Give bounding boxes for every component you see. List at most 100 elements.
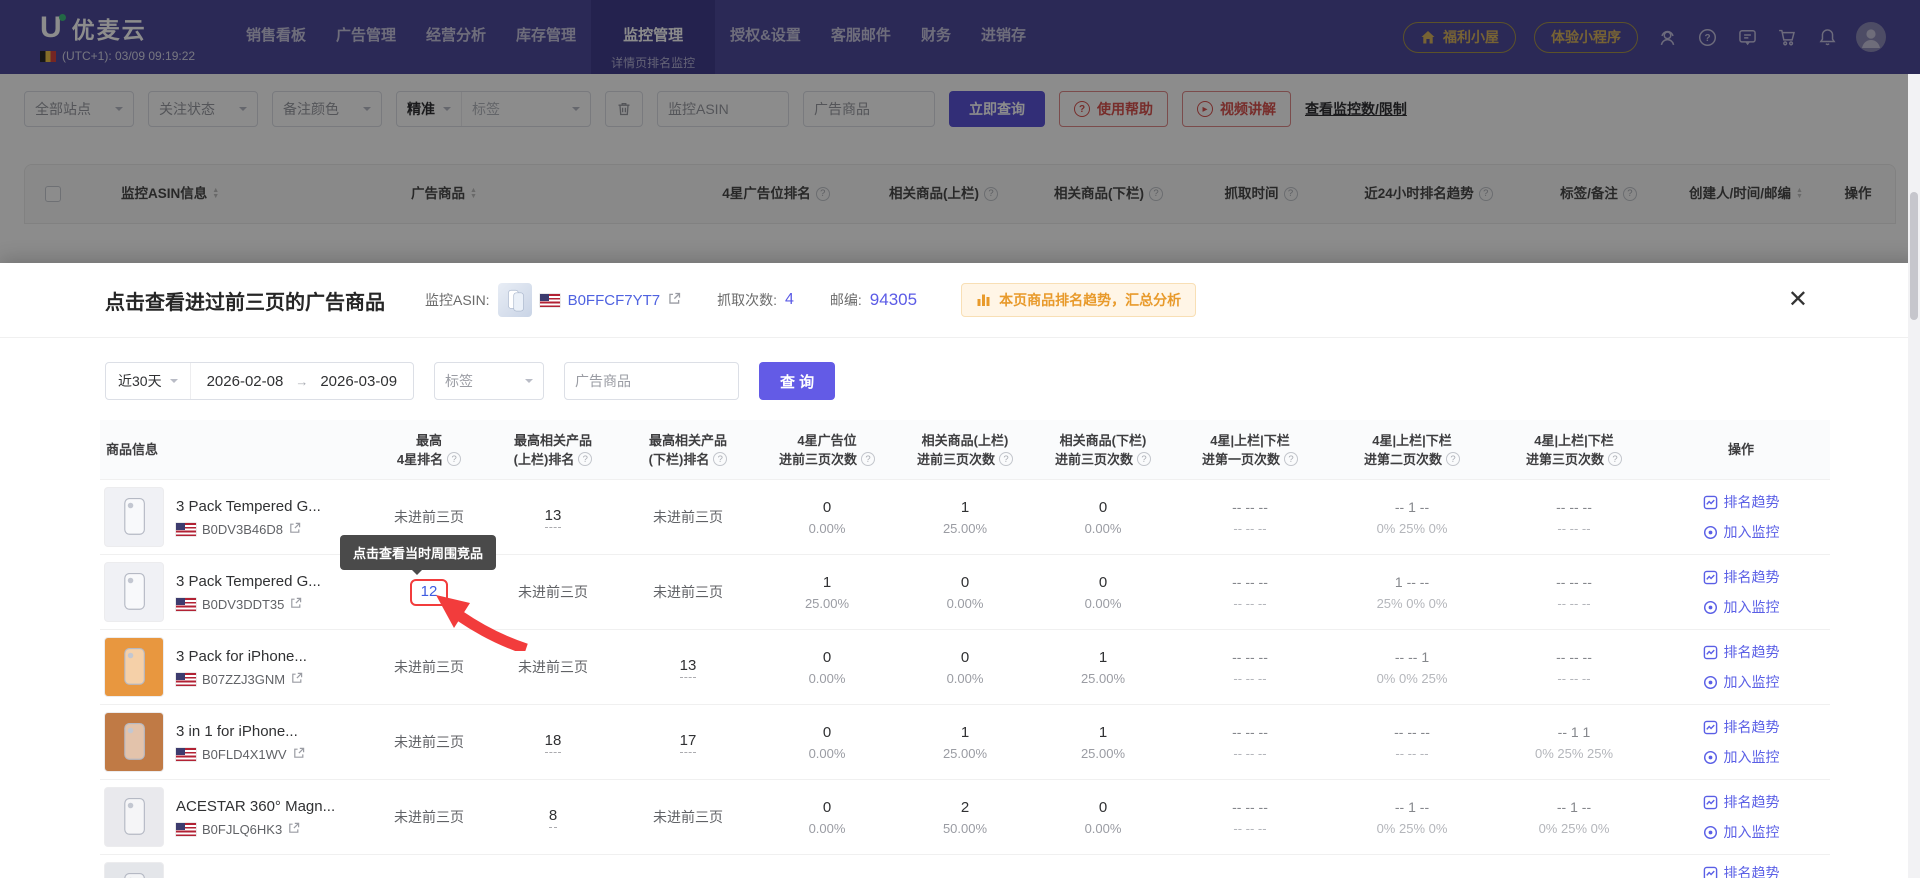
trend-chart-icon xyxy=(1703,645,1717,659)
rank-number-link[interactable]: 13 xyxy=(544,507,562,528)
column-label: 4星|上栏|下栏 xyxy=(1372,432,1452,448)
rank-trend-summary-button[interactable]: 本页商品排名趋势，汇总分析 xyxy=(961,283,1197,317)
dialog-ad-product-input[interactable]: 广告商品 xyxy=(564,362,740,400)
rank-trend-link[interactable]: 排名趋势 xyxy=(1703,642,1780,662)
info-icon[interactable]: ? xyxy=(447,452,462,466)
date-preset-select[interactable]: 近30天 xyxy=(106,363,191,399)
count-value: -- -- -- xyxy=(1232,799,1268,815)
rank-trend-link[interactable]: 排名趋势 xyxy=(1703,792,1780,812)
add-monitor-link[interactable]: 加入监控 xyxy=(1703,747,1780,767)
count-percent: 25.00% xyxy=(1080,746,1126,761)
external-link-icon[interactable] xyxy=(290,597,302,612)
rank-number-link[interactable]: 12 xyxy=(409,578,449,606)
count-cell: 1 25.00% xyxy=(900,496,1030,538)
column-label: 进前三页次数 xyxy=(778,451,857,467)
add-monitor-link[interactable]: 加入监控 xyxy=(1703,597,1780,617)
bar-chart-icon xyxy=(977,294,990,306)
date-range-input[interactable]: 2026-02-08 → 2026-03-09 xyxy=(191,373,413,390)
count-cell: -- -- -- -- -- -- xyxy=(1500,571,1648,613)
count-cell: 0 0.00% xyxy=(762,646,892,688)
rank-number-link[interactable]: 13 xyxy=(679,657,697,678)
external-link-icon[interactable] xyxy=(288,822,300,837)
scrollbar-thumb[interactable] xyxy=(1910,192,1918,320)
product-image[interactable] xyxy=(104,637,164,697)
product-title[interactable]: 3 Pack Tempered G... xyxy=(176,498,321,515)
close-icon[interactable]: ✕ xyxy=(1788,288,1808,312)
column-label: 进前三页次数 xyxy=(1054,451,1133,467)
external-link-icon[interactable] xyxy=(289,522,301,537)
add-monitor-link[interactable]: 加入监控 xyxy=(1703,522,1780,542)
count-percent: -- -- -- xyxy=(1557,521,1591,536)
rank-trend-link[interactable]: 排名趋势 xyxy=(1703,717,1780,737)
product-image[interactable] xyxy=(104,562,164,622)
external-link-icon[interactable] xyxy=(293,747,305,762)
dialog-column-header: 4星广告位 进前三页次数? xyxy=(758,423,896,477)
count-percent: -- -- -- xyxy=(1557,671,1591,686)
info-icon[interactable]: ? xyxy=(713,452,728,466)
external-link-icon[interactable] xyxy=(668,292,681,308)
count-cell: -- -- -- -- -- -- xyxy=(1176,571,1324,613)
info-icon[interactable]: ? xyxy=(1284,452,1298,466)
rank-trend-link[interactable]: 排名趋势 xyxy=(1703,863,1780,878)
zipcode-value: 94305 xyxy=(869,290,918,309)
scrollbar[interactable] xyxy=(1908,74,1920,878)
count-cell: 0 0.00% xyxy=(900,646,1030,688)
count-value: 2 xyxy=(960,799,970,816)
info-icon[interactable]: ? xyxy=(999,452,1013,466)
rank-text: 未进前三页 xyxy=(394,809,464,825)
count-percent: 25.00% xyxy=(804,596,850,611)
product-asin[interactable]: B0FJLQ6HK3 xyxy=(202,822,282,837)
rank-trend-link[interactable]: 排名趋势 xyxy=(1703,492,1780,512)
product-asin[interactable]: B07ZZJ3GNM xyxy=(202,672,285,687)
monitor-asin-info: 监控ASIN: B0FFCF7YT7 xyxy=(425,283,681,317)
count-value: -- -- 1 xyxy=(1394,649,1430,665)
add-monitor-link[interactable]: 加入监控 xyxy=(1703,822,1780,842)
rank-number-link[interactable]: 18 xyxy=(544,732,562,753)
product-title[interactable]: 3 in 1 for iPhone... xyxy=(176,723,305,740)
count-value: -- -- -- xyxy=(1556,649,1592,665)
product-image[interactable] xyxy=(104,787,164,847)
dialog-tag-select[interactable]: 标签 xyxy=(434,362,545,400)
count-percent: 0% 0% 25% xyxy=(1376,671,1448,686)
info-icon[interactable]: ? xyxy=(861,452,875,466)
product-asin[interactable]: B0FLD4X1WV xyxy=(202,747,287,762)
count-percent: 0.00% xyxy=(1084,821,1122,836)
trend-chart-icon xyxy=(1703,495,1717,509)
info-icon[interactable]: ? xyxy=(578,452,593,466)
info-icon[interactable]: ? xyxy=(1608,452,1622,466)
product-title[interactable]: 3 Pack Tempered G... xyxy=(176,573,321,590)
product-image[interactable] xyxy=(104,487,164,547)
count-value: 0 xyxy=(1098,499,1108,516)
monitored-asin-link[interactable]: B0FFCF7YT7 xyxy=(568,292,661,309)
product-image[interactable] xyxy=(104,862,164,878)
asin-label: 监控ASIN: xyxy=(425,292,490,308)
external-link-icon[interactable] xyxy=(291,672,303,687)
add-monitor-link[interactable]: 加入监控 xyxy=(1703,672,1780,692)
dialog-search-button[interactable]: 查 询 xyxy=(759,362,836,400)
product-asin[interactable]: B0DV3B46D8 xyxy=(202,522,283,537)
count-value: -- 1 -- xyxy=(1556,799,1592,815)
rank-number-link[interactable]: 17 xyxy=(679,732,697,753)
info-icon[interactable]: ? xyxy=(1446,452,1460,466)
product-title[interactable]: ACESTAR 360° Magn... xyxy=(176,798,335,815)
rank-trend-link[interactable]: 排名趋势 xyxy=(1703,567,1780,587)
product-image[interactable] xyxy=(104,712,164,772)
count-percent: -- -- -- xyxy=(1233,521,1267,536)
count-cell: 1 25.00% xyxy=(1038,646,1168,688)
product-title[interactable]: 3 Pack for iPhone... xyxy=(176,648,307,665)
count-cell: -- -- -- -- -- -- xyxy=(1176,721,1324,763)
dialog-column-header: 相关商品(下栏) 进前三页次数? xyxy=(1034,423,1172,477)
count-cell: -- -- -- -- -- -- xyxy=(1500,496,1648,538)
info-icon[interactable]: ? xyxy=(1137,452,1151,466)
count-cell: -- -- -- -- -- -- xyxy=(1332,721,1492,763)
count-percent: -- -- -- xyxy=(1557,596,1591,611)
dialog-table-header: 商品信息 最高 4星排名? 最高相关产品 (上栏)排名? 最高相关产品 (下栏)排名? 4星广… xyxy=(100,420,1830,480)
count-cell: -- -- -- -- -- -- xyxy=(1500,646,1648,688)
count-percent: 0.00% xyxy=(808,671,846,686)
us-flag-icon xyxy=(176,672,196,686)
count-value: -- -- -- xyxy=(1394,724,1430,740)
column-label: (下栏)排名 xyxy=(648,451,710,467)
product-asin[interactable]: B0DV3DDT35 xyxy=(202,597,284,612)
count-value: 1 xyxy=(960,499,970,516)
rank-number-link[interactable]: 8 xyxy=(548,807,558,828)
